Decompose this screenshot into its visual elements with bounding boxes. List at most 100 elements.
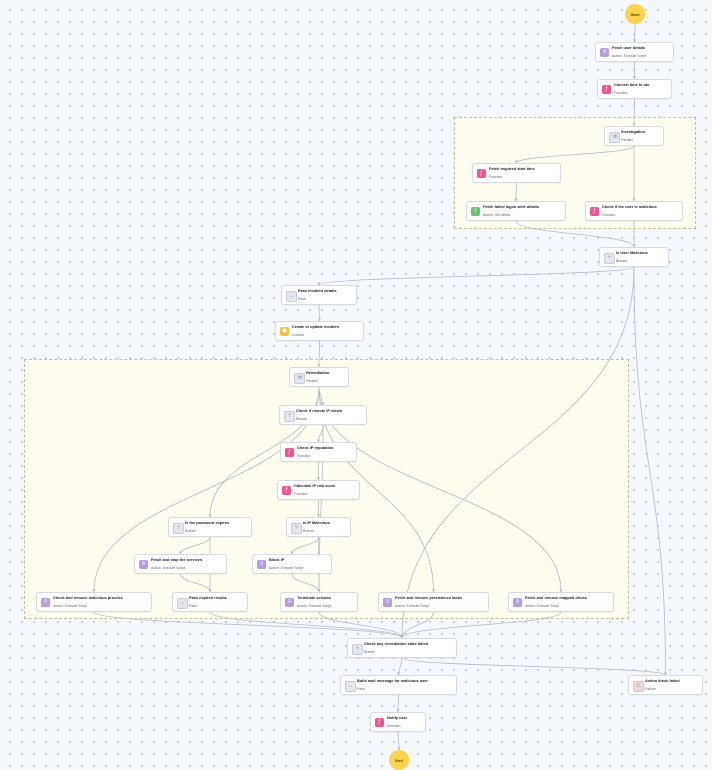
- edge-start-to-fetch-user: [632, 23, 637, 43]
- edge-is-user-malicious-to-action-failed: [633, 266, 668, 676]
- node-type: Branch: [364, 650, 376, 654]
- node-type: Function: [387, 724, 401, 728]
- node-terminate-session[interactable]: ≡ Terminate session Action: Execute Script: [280, 592, 358, 612]
- node-remediation[interactable]: ⇉ Remediation Parallel: [289, 367, 349, 387]
- node-check-malicious[interactable]: ƒ Check if the user is malicious Function: [585, 201, 683, 221]
- node-title: Notify user: [387, 715, 408, 720]
- node-type: Action: Execute Script: [151, 566, 186, 570]
- node-title: Remediation: [306, 370, 330, 375]
- conduit-icon: ◆: [280, 327, 289, 336]
- node-title: Fetch and remove persistence tasks: [395, 595, 463, 600]
- node-title: Check IP reputation: [297, 445, 334, 450]
- node-title: Investigation: [621, 129, 645, 134]
- node-calc-ip-risk[interactable]: ƒ Calculate IP risk score Function: [277, 480, 360, 500]
- node-type: Action: Execute Script: [612, 54, 647, 58]
- edge-fetch-mapped-to-check-any-failed: [400, 611, 562, 639]
- node-type: Parallel: [306, 379, 318, 383]
- node-is-pw-expires[interactable]: ⑂ Is the password expires Branch: [168, 517, 252, 537]
- node-title: Check if the user is malicious: [602, 204, 657, 209]
- edge-fetch-stop-services-to-pass-expired: [180, 573, 212, 593]
- node-check-any-failed[interactable]: ⑂ Check any remediation state failed Branc…: [347, 638, 457, 658]
- node-title: Check if remote IP exists: [296, 408, 342, 413]
- node-pass-incident[interactable]: → Pass Incident details Pass: [281, 285, 357, 305]
- edge-is-user-malicious-to-check-any-failed: [400, 266, 635, 639]
- node-type: Action: Execute Script: [297, 604, 332, 608]
- pass-icon: →: [286, 291, 297, 302]
- edge-check-remove-process-to-check-any-failed: [93, 611, 404, 639]
- node-check-remote-ip[interactable]: ⑂ Check if remote IP exists Branch: [279, 405, 367, 425]
- node-fetch-user[interactable]: ≡ Fetch user details Action: Execute Scrip…: [595, 42, 674, 62]
- edge-check-remote-ip-to-check-ip-rep: [316, 424, 324, 443]
- edge-investigation-to-fetch-start: [514, 145, 635, 164]
- workflow-canvas[interactable]: Start End ≡ Fetch user details Action: Exe…: [0, 0, 712, 770]
- node-title: Fetch and remove mapped drives: [525, 595, 587, 600]
- node-is-user-malicious[interactable]: ⑂ Is User Malicious Branch: [599, 247, 669, 267]
- end-node[interactable]: End: [389, 750, 409, 770]
- branch-icon: ⑂: [173, 523, 184, 534]
- edge-fetch-failed-to-is-user-malicious: [515, 220, 636, 248]
- edge-notify-user-to-end: [397, 731, 401, 751]
- node-title: Check any remediation state failed: [364, 641, 429, 646]
- node-type: Action: Execute Script: [269, 566, 304, 570]
- node-title: Calculate IP risk score: [294, 483, 336, 488]
- script-icon: ≡: [285, 598, 294, 607]
- node-is-ip-malicious[interactable]: ⑂ Is IP Malicious Branch: [286, 517, 351, 537]
- node-fetch-persistence[interactable]: ≡ Fetch and remove persistence tasks Actio…: [378, 592, 489, 612]
- function-icon: ƒ: [590, 207, 599, 216]
- node-pass-expired[interactable]: → Pass expired results Pass: [172, 592, 248, 612]
- edge-pass-incident-to-create-incident: [317, 304, 322, 322]
- edge-convert-time-to-investigation: [632, 98, 636, 127]
- node-type: Branch: [296, 417, 308, 421]
- node-build-mail[interactable]: → Build mail message for malicious user Pa…: [340, 675, 457, 695]
- alerts-icon: !: [471, 207, 480, 216]
- node-type: Conduit: [292, 333, 305, 337]
- node-type: Function: [602, 213, 616, 217]
- node-type: Failure: [645, 687, 656, 691]
- branch-icon: ⑂: [352, 644, 363, 655]
- node-title: Block IP: [269, 557, 285, 562]
- branch-icon: ⑂: [604, 253, 615, 264]
- node-investigation[interactable]: ⇉ Investigation Parallel: [604, 126, 664, 146]
- node-title: Fetch and stop the services: [151, 557, 203, 562]
- node-title: Is the password expires: [185, 520, 230, 525]
- node-fetch-stop-services[interactable]: ≡ Fetch and stop the services Action: Exec…: [134, 554, 227, 574]
- failure-icon: ⚠: [633, 681, 644, 692]
- node-title: Fetch failed logon alert details: [483, 204, 539, 209]
- node-notify-user[interactable]: ƒ Notify user Function: [370, 712, 426, 732]
- node-action-failed[interactable]: ⚠ Action block failed Failure: [628, 675, 703, 695]
- node-title: Fetch required start time: [489, 166, 535, 171]
- node-fetch-failed[interactable]: ! Fetch failed logon alert details Action:…: [466, 201, 566, 221]
- edge-block-ip-to-terminate-session: [291, 573, 321, 593]
- edge-check-any-failed-to-action-failed: [401, 657, 668, 676]
- script-icon: ≡: [383, 598, 392, 607]
- function-icon: ƒ: [375, 718, 384, 727]
- start-node[interactable]: Start: [625, 4, 645, 24]
- node-title: Action block failed: [645, 678, 680, 683]
- edge-create-incident-to-remediation: [317, 340, 321, 368]
- edge-build-mail-to-notify-user: [396, 694, 400, 713]
- node-block-ip[interactable]: ≡ Block IP Action: Execute Script: [252, 554, 332, 574]
- node-fetch-mapped[interactable]: ≡ Fetch and remove mapped drives Action: E…: [508, 592, 614, 612]
- node-convert-time[interactable]: ƒ Convert time to utc Function: [597, 79, 672, 99]
- node-check-ip-rep[interactable]: ƒ Check IP reputation Function: [280, 442, 357, 462]
- script-icon: ≡: [41, 598, 50, 607]
- node-type: Function: [614, 91, 628, 95]
- edge-is-user-malicious-to-pass-incident: [317, 266, 635, 286]
- node-title: Check and remove malicious process: [53, 595, 123, 600]
- node-type: Action: Execute Script: [53, 604, 88, 608]
- node-title: Fetch user details: [612, 45, 646, 50]
- edge-fetch-start-to-fetch-failed: [514, 182, 518, 202]
- node-type: Pass: [298, 297, 306, 301]
- node-check-remove-process[interactable]: ≡ Check and remove malicious process Actio…: [36, 592, 152, 612]
- node-fetch-start[interactable]: ƒ Fetch required start time Function: [472, 163, 561, 183]
- node-title: Terminate session: [297, 595, 331, 600]
- script-icon: ≡: [257, 560, 266, 569]
- function-icon: ƒ: [285, 448, 294, 457]
- node-title: Convert time to utc: [614, 82, 650, 87]
- node-title: Pass Incident details: [298, 288, 337, 293]
- function-icon: ƒ: [602, 85, 611, 94]
- node-type: Pass: [357, 687, 365, 691]
- edge-is-pw-expires-to-fetch-stop-services: [178, 536, 211, 555]
- node-create-incident[interactable]: ◆ Create or update incident Conduit: [275, 321, 364, 341]
- script-icon: ≡: [600, 48, 609, 57]
